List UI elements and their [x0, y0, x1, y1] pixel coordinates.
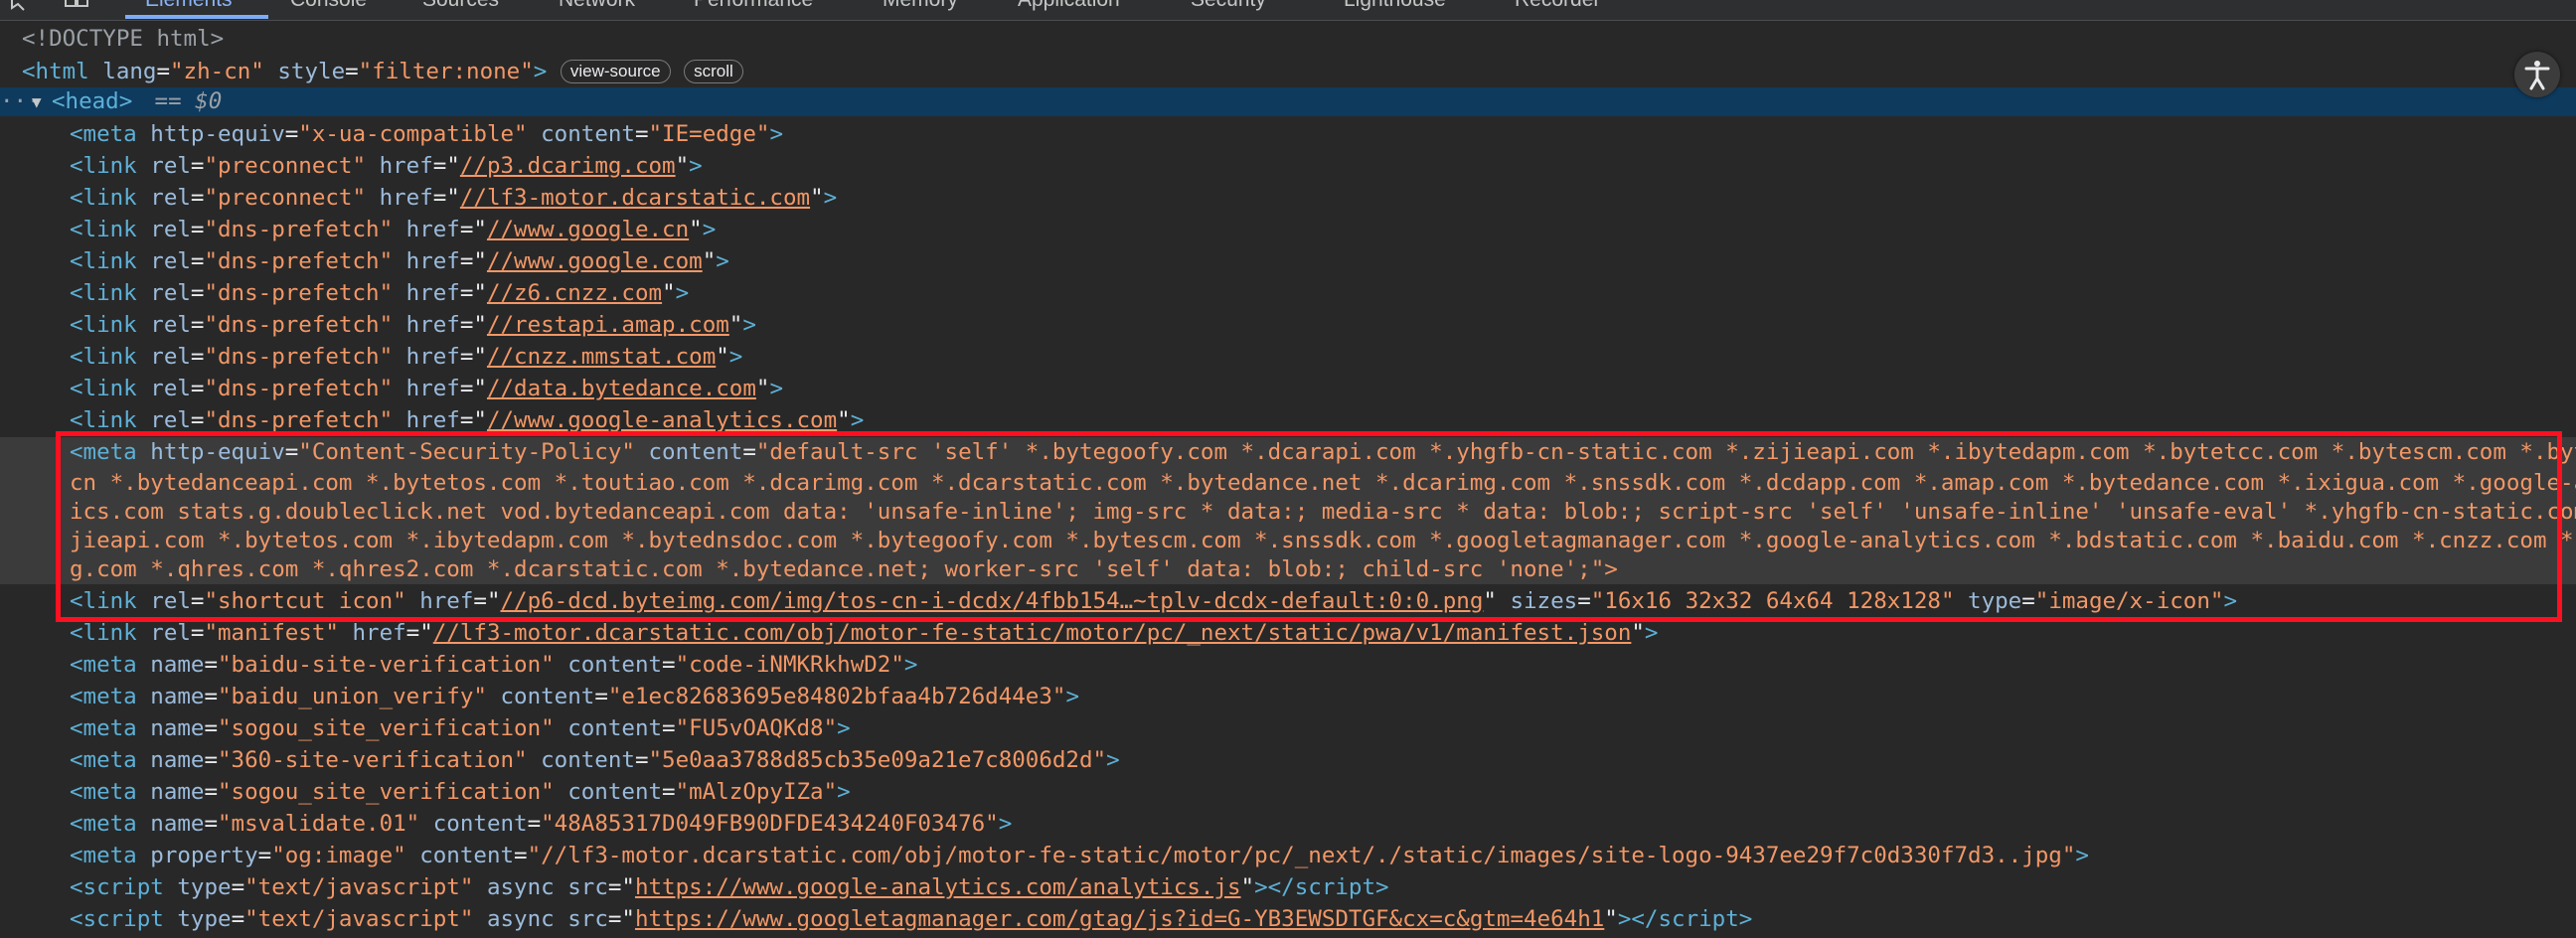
link-node[interactable]: <link rel="dns-prefetch" href="//www.goo… — [0, 215, 2576, 245]
meta-verification-node[interactable]: <meta name="baidu_union_verify" content=… — [0, 682, 2576, 712]
devtools-tab-bar: Elements Console Sources Network Perform… — [0, 0, 2576, 21]
tab-security[interactable]: Security — [1191, 0, 1266, 12]
href-link[interactable]: //restapi.amap.com — [487, 312, 729, 338]
tab-application[interactable]: Application — [1018, 0, 1120, 12]
manifest-node[interactable]: <link rel="manifest" href="//lf3-motor.d… — [0, 618, 2576, 649]
html-node[interactable]: <html lang="zh-cn" style="filter:none"> … — [0, 57, 2576, 87]
meta-verification-node[interactable]: <meta name="msvalidate.01" content="48A8… — [0, 809, 2576, 840]
highlight-box — [56, 431, 2562, 622]
head-node-selected[interactable]: ··· ▼ <head> == $0 — [0, 87, 2576, 116]
href-link[interactable]: //lf3-motor.dcarstatic.com — [460, 185, 810, 211]
link-node[interactable]: <link rel="dns-prefetch" href="//restapi… — [0, 310, 2576, 341]
accessibility-icon — [2524, 61, 2550, 90]
collapse-arrow-icon[interactable]: ▼ — [32, 87, 42, 116]
inspect-element-icon[interactable] — [6, 0, 95, 14]
tab-lighthouse[interactable]: Lighthouse — [1344, 0, 1446, 12]
meta-verification-node[interactable]: <meta name="sogou_site_verification" con… — [0, 777, 2576, 808]
view-source-badge[interactable]: view-source — [560, 60, 671, 83]
tab-memory[interactable]: Memory — [883, 0, 958, 12]
script-node[interactable]: <script type="text/javascript" async src… — [0, 904, 2576, 935]
meta-verification-node[interactable]: <meta name="360-site-verification" conte… — [0, 745, 2576, 776]
tab-elements[interactable]: Elements — [145, 0, 233, 12]
meta-node[interactable]: <meta http-equiv="x-ua-compatible" conte… — [0, 119, 2576, 150]
script-node[interactable]: <script type="text/javascript" async src… — [0, 872, 2576, 903]
meta-verification-node[interactable]: <meta name="baidu-site-verification" con… — [0, 650, 2576, 681]
href-link[interactable]: //z6.cnzz.com — [487, 280, 662, 306]
script-src-link[interactable]: https://www.googletagmanager.com/gtag/js… — [635, 906, 1604, 932]
href-link[interactable]: //p3.dcarimg.com — [460, 153, 676, 179]
manifest-link[interactable]: //lf3-motor.dcarstatic.com/obj/motor-fe-… — [433, 620, 1632, 646]
link-node[interactable]: <link rel="preconnect" href="//p3.dcarim… — [0, 151, 2576, 182]
href-link[interactable]: //data.bytedance.com — [487, 376, 756, 401]
href-link[interactable]: //www.google.com — [487, 248, 703, 274]
tab-network[interactable]: Network — [559, 0, 635, 12]
accessibility-button[interactable] — [2514, 52, 2560, 97]
tab-console[interactable]: Console — [290, 0, 367, 12]
tab-performance[interactable]: Performance — [694, 0, 813, 12]
scroll-badge[interactable]: scroll — [684, 60, 743, 83]
link-node[interactable]: <link rel="dns-prefetch" href="//www.goo… — [0, 246, 2576, 277]
tab-recorder[interactable]: Recorder — [1515, 0, 1600, 12]
href-link[interactable]: //www.google.cn — [487, 217, 689, 242]
og-image-node[interactable]: <meta property="og:image" content="//lf3… — [0, 841, 2576, 871]
link-node[interactable]: <link rel="dns-prefetch" href="//cnzz.mm… — [0, 342, 2576, 373]
meta-verification-node[interactable]: <meta name="sogou_site_verification" con… — [0, 713, 2576, 744]
doctype-node[interactable]: <!DOCTYPE html> — [0, 24, 2576, 55]
active-tab-indicator — [125, 15, 268, 19]
link-node[interactable]: <link rel="dns-prefetch" href="//z6.cnzz… — [0, 278, 2576, 309]
tab-sources[interactable]: Sources — [422, 0, 499, 12]
link-node[interactable]: <link rel="dns-prefetch" href="//data.by… — [0, 374, 2576, 404]
script-src-link[interactable]: https://www.google-analytics.com/analyti… — [635, 874, 1241, 900]
href-link[interactable]: //www.google-analytics.com — [487, 407, 837, 433]
href-link[interactable]: //cnzz.mmstat.com — [487, 344, 716, 370]
link-node[interactable]: <link rel="preconnect" href="//lf3-motor… — [0, 183, 2576, 214]
